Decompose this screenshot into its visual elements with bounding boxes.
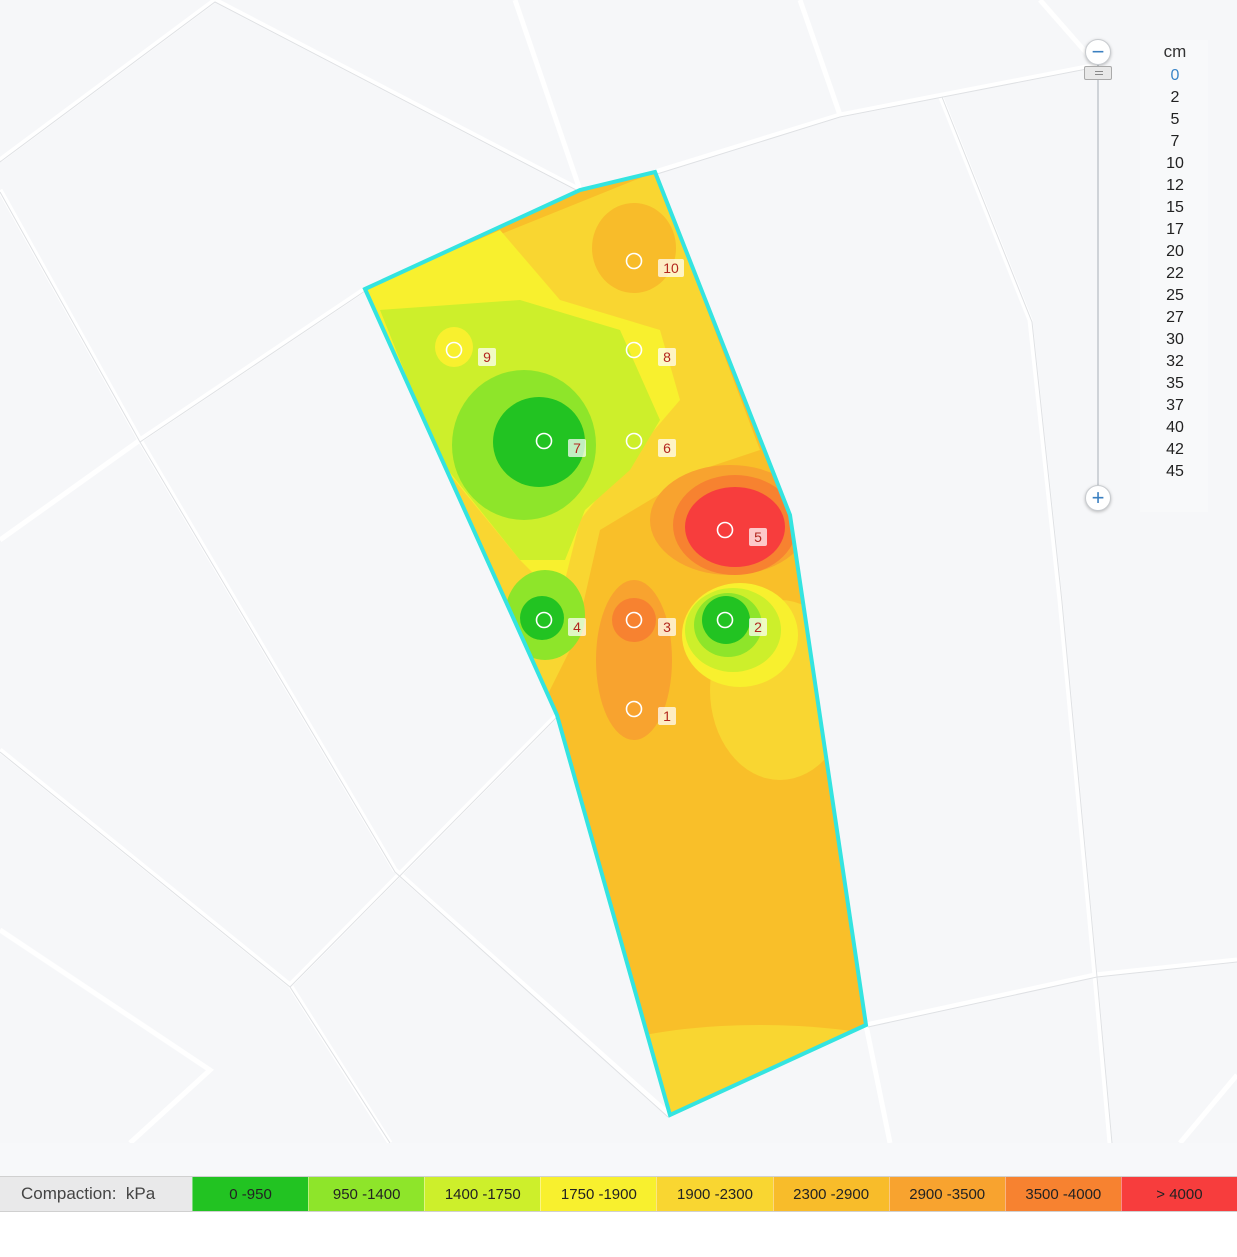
- depth-option-37[interactable]: 37: [1140, 395, 1210, 417]
- zoom-slider-handle[interactable]: [1084, 66, 1112, 80]
- legend-class-3: 1400 -1750: [424, 1177, 541, 1211]
- depth-option-5[interactable]: 5: [1140, 109, 1210, 131]
- depth-option-42[interactable]: 42: [1140, 439, 1210, 461]
- depth-value-list[interactable]: 0 2 5 7 10 12 15 17 20 22 25 27 30 32 35 37 40 42 45: [1140, 65, 1210, 483]
- zoom-in-button[interactable]: +: [1085, 485, 1111, 511]
- legend-class-9: > 4000: [1120, 1177, 1237, 1211]
- depth-option-35[interactable]: 35: [1140, 373, 1210, 395]
- depth-option-30[interactable]: 30: [1140, 329, 1210, 351]
- legend-class-5: 1900 -2300: [656, 1177, 773, 1211]
- sample-point-label: 2: [754, 619, 762, 635]
- sample-point-label: 8: [663, 349, 671, 365]
- depth-option-2[interactable]: 2: [1140, 87, 1210, 109]
- depth-option-25[interactable]: 25: [1140, 285, 1210, 307]
- legend-title: Compaction: kPa: [0, 1177, 192, 1211]
- sample-point-label: 6: [663, 440, 671, 456]
- legend-class-2: 950 -1400: [308, 1177, 425, 1211]
- sample-point-label: 4: [573, 619, 581, 635]
- zoom-out-button[interactable]: −: [1085, 39, 1111, 65]
- grip-line: [1095, 74, 1103, 75]
- depth-option-32[interactable]: 32: [1140, 351, 1210, 373]
- depth-option-17[interactable]: 17: [1140, 219, 1210, 241]
- depth-option-15[interactable]: 15: [1140, 197, 1210, 219]
- zoom-slider-track[interactable]: [1097, 62, 1099, 488]
- sample-point-label: 7: [573, 440, 581, 456]
- legend-class-4: 1750 -1900: [540, 1177, 657, 1211]
- compaction-legend: Compaction: kPa 0 -950 950 -1400 1400 -175…: [0, 1176, 1237, 1212]
- depth-option-40[interactable]: 40: [1140, 417, 1210, 439]
- sample-point-label: 1: [663, 708, 671, 724]
- depth-option-27[interactable]: 27: [1140, 307, 1210, 329]
- bottom-strip: [0, 1212, 1237, 1257]
- depth-option-10[interactable]: 10: [1140, 153, 1210, 175]
- map-canvas[interactable]: 1 2 3 4 5 6 7 8 9 10: [0, 0, 1237, 1143]
- depth-option-20[interactable]: 20: [1140, 241, 1210, 263]
- depth-option-45[interactable]: 45: [1140, 461, 1210, 483]
- depth-unit-label: cm: [1163, 42, 1187, 61]
- compaction-map[interactable]: 12345678910: [0, 0, 1237, 1143]
- legend-class-7: 2900 -3500: [888, 1177, 1005, 1211]
- sample-point-label: 10: [663, 260, 679, 276]
- depth-option-7[interactable]: 7: [1140, 131, 1210, 153]
- depth-option-0[interactable]: 0: [1140, 65, 1210, 87]
- sample-point-label: 3: [663, 619, 671, 635]
- depth-option-12[interactable]: 12: [1140, 175, 1210, 197]
- legend-class-1: 0 -950: [192, 1177, 309, 1211]
- legend-class-6: 2300 -2900: [772, 1177, 889, 1211]
- depth-option-22[interactable]: 22: [1140, 263, 1210, 285]
- grip-line: [1095, 71, 1103, 72]
- legend-class-8: 3500 -4000: [1004, 1177, 1121, 1211]
- sample-point-label: 5: [754, 529, 762, 545]
- sample-point-label: 9: [483, 349, 491, 365]
